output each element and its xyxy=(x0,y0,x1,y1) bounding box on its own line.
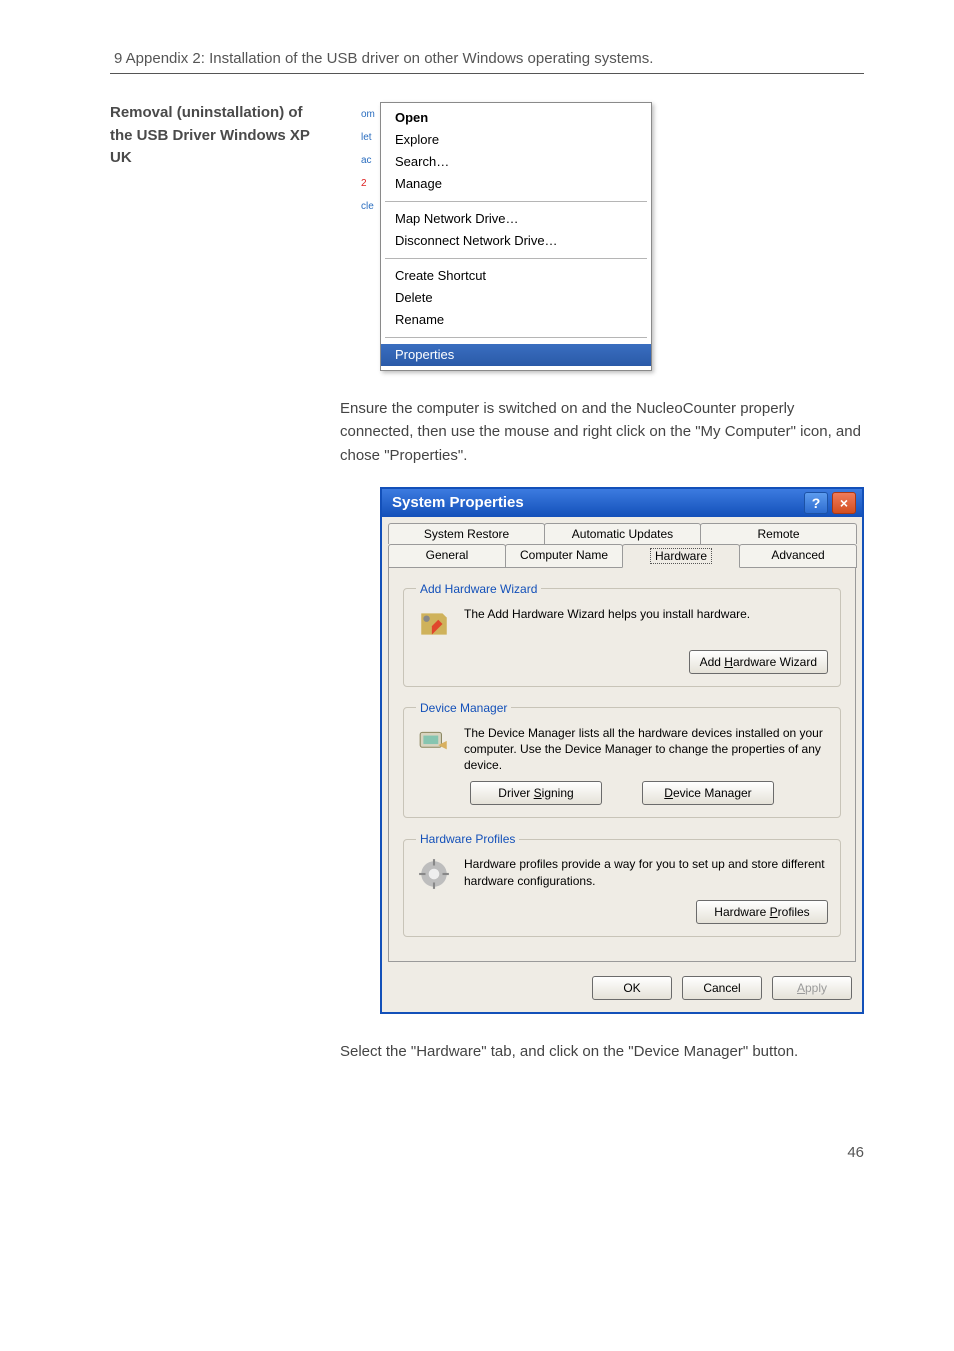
driver-signing-button[interactable]: Driver Signing xyxy=(470,781,602,805)
ctx-separator xyxy=(385,337,647,338)
tab-general[interactable]: General xyxy=(388,544,506,568)
group-add-hardware-wizard: Add Hardware Wizard The Add Hardware Wiz… xyxy=(403,582,841,687)
cancel-button[interactable]: Cancel xyxy=(682,976,762,1000)
ctx-item-properties[interactable]: Properties xyxy=(381,344,651,366)
ctx-separator xyxy=(385,258,647,259)
tab-computer-name[interactable]: Computer Name xyxy=(505,544,623,568)
close-icon[interactable]: × xyxy=(832,492,856,514)
group-legend: Device Manager xyxy=(416,701,511,715)
dialog-titlebar: System Properties ? × xyxy=(382,489,862,517)
ctx-item-map-drive[interactable]: Map Network Drive… xyxy=(381,208,651,230)
group-legend: Add Hardware Wizard xyxy=(416,582,541,596)
group-text: The Add Hardware Wizard helps you instal… xyxy=(464,606,828,622)
hardware-profiles-button[interactable]: Hardware Profiles xyxy=(696,900,828,924)
page-header: 9 Appendix 2: Installation of the USB dr… xyxy=(110,50,864,74)
ctx-item-shortcut[interactable]: Create Shortcut xyxy=(381,265,651,287)
ctx-item-disconnect-drive[interactable]: Disconnect Network Drive… xyxy=(381,230,651,252)
device-manager-button[interactable]: Device Manager xyxy=(642,781,774,805)
instruction-paragraph-1: Ensure the computer is switched on and t… xyxy=(340,397,864,467)
ctx-item-rename[interactable]: Rename xyxy=(381,309,651,331)
tab-automatic-updates[interactable]: Automatic Updates xyxy=(544,523,701,544)
instruction-paragraph-2: Select the "Hardware" tab, and click on … xyxy=(340,1040,864,1063)
tab-hardware[interactable]: Hardware xyxy=(622,544,740,568)
help-icon[interactable]: ? xyxy=(804,492,828,514)
group-device-manager: Device Manager The Device Manager lists … xyxy=(403,701,841,819)
group-hardware-profiles: Hardware Profiles Hardware profiles prov… xyxy=(403,832,841,937)
tab-system-restore[interactable]: System Restore xyxy=(388,523,545,544)
ctx-item-open[interactable]: Open xyxy=(381,107,651,129)
hardware-profiles-icon xyxy=(416,856,452,892)
dialog-footer: OK Cancel Apply xyxy=(382,970,862,1012)
hardware-wizard-icon xyxy=(416,606,452,642)
group-legend: Hardware Profiles xyxy=(416,832,519,846)
device-manager-icon xyxy=(416,725,452,761)
page-number: 46 xyxy=(110,1144,864,1161)
tab-panel-hardware: Add Hardware Wizard The Add Hardware Wiz… xyxy=(388,567,856,963)
tab-advanced[interactable]: Advanced xyxy=(739,544,857,568)
add-hardware-wizard-button[interactable]: Add Hardware Wizard xyxy=(689,650,828,674)
ok-button[interactable]: OK xyxy=(592,976,672,1000)
group-text: The Device Manager lists all the hardwar… xyxy=(464,725,828,774)
tab-remote[interactable]: Remote xyxy=(700,523,857,544)
desktop-icon-strip: omletac2cle xyxy=(359,103,381,370)
ctx-separator xyxy=(385,201,647,202)
ctx-item-explore[interactable]: Explore xyxy=(381,129,651,151)
group-text: Hardware profiles provide a way for you … xyxy=(464,856,828,888)
sidebar-section-title: Removal (uninstallation) of the USB Driv… xyxy=(110,102,310,1084)
ctx-item-search[interactable]: Search… xyxy=(381,151,651,173)
context-menu: omletac2cle Open Explore Search… Manage … xyxy=(380,102,652,371)
ctx-item-delete[interactable]: Delete xyxy=(381,287,651,309)
apply-button[interactable]: Apply xyxy=(772,976,852,1000)
ctx-item-manage[interactable]: Manage xyxy=(381,173,651,195)
dialog-title: System Properties xyxy=(392,494,524,511)
system-properties-dialog: System Properties ? × System Restore Aut… xyxy=(380,487,864,1015)
